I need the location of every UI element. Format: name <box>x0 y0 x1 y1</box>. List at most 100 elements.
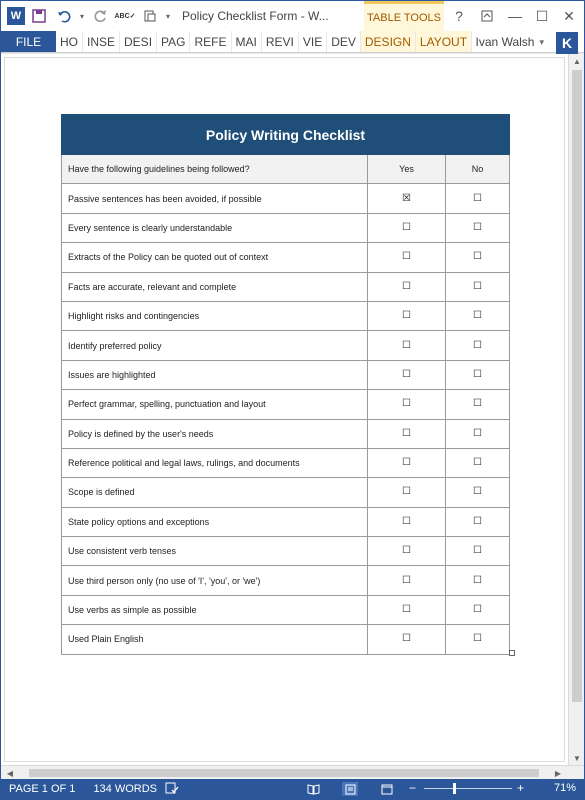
no-checkbox[interactable]: ☐ <box>473 605 482 615</box>
maximize-icon[interactable]: ☐ <box>528 1 556 31</box>
yes-checkbox[interactable]: ☐ <box>402 222 411 233</box>
row-text[interactable]: Passive sentences has been avoided, if p… <box>62 184 368 213</box>
tab-view[interactable]: VIE <box>299 31 328 52</box>
yes-checkbox[interactable]: ☐ <box>402 487 411 497</box>
checklist-table[interactable]: Policy Writing Checklist Have the follow… <box>61 114 510 655</box>
no-cell: ☐ <box>446 478 509 506</box>
ribbon-display-icon[interactable] <box>473 1 501 31</box>
no-checkbox[interactable]: ☐ <box>473 575 482 586</box>
yes-checkbox[interactable]: ☐ <box>402 605 411 615</box>
no-checkbox[interactable]: ☐ <box>473 281 482 292</box>
undo-dropdown-icon[interactable]: ▾ <box>78 5 86 27</box>
zoom-slider-thumb[interactable] <box>453 783 456 794</box>
yes-checkbox[interactable]: ☐ <box>402 281 411 292</box>
avatar[interactable]: K <box>556 32 578 54</box>
yes-checkbox[interactable]: ☐ <box>402 458 411 468</box>
scroll-right-icon[interactable]: ▶ <box>551 766 565 780</box>
user-account[interactable]: Ivan Walsh ▾ <box>476 31 544 53</box>
row-text[interactable]: Use verbs as simple as possible <box>62 595 368 625</box>
row-text[interactable]: Reference political and legal laws, ruli… <box>62 448 368 478</box>
tab-mailings[interactable]: MAI <box>232 31 262 52</box>
row-text[interactable]: Highlight risks and contingencies <box>62 301 368 331</box>
undo-icon[interactable] <box>53 5 75 27</box>
web-layout-icon[interactable] <box>379 782 395 796</box>
yes-checkbox[interactable]: ☐ <box>402 516 411 527</box>
row-text[interactable]: Used Plain English <box>62 625 368 654</box>
tab-table-layout[interactable]: LAYOUT <box>415 31 473 52</box>
yes-checkbox[interactable]: ☒ <box>402 193 411 204</box>
customize-icon[interactable] <box>139 5 161 27</box>
tab-table-design[interactable]: DESIGN <box>360 31 416 52</box>
document-area[interactable]: Policy Writing Checklist Have the follow… <box>1 54 568 765</box>
no-checkbox[interactable]: ☐ <box>473 634 482 644</box>
yes-checkbox[interactable]: ☐ <box>402 252 411 262</box>
word-logo-icon[interactable]: W <box>7 7 25 25</box>
help-icon[interactable]: ? <box>445 1 473 31</box>
row-text[interactable]: Identify preferred policy <box>62 331 368 360</box>
no-checkbox[interactable]: ☐ <box>473 252 482 262</box>
no-checkbox[interactable]: ☐ <box>473 340 482 351</box>
table-row: Used Plain English ☐ ☐ <box>61 625 510 655</box>
row-text[interactable]: Extracts of the Policy can be quoted out… <box>62 243 368 272</box>
no-checkbox[interactable]: ☐ <box>473 428 482 439</box>
page-count[interactable]: PAGE 1 OF 1 <box>9 783 75 795</box>
row-text[interactable]: State policy options and exceptions <box>62 507 368 537</box>
read-mode-icon[interactable] <box>305 782 321 796</box>
page[interactable]: Policy Writing Checklist Have the follow… <box>4 57 565 762</box>
redo-icon[interactable] <box>89 5 111 27</box>
table-resize-handle[interactable] <box>509 650 515 656</box>
zoom-in-button[interactable]: + <box>517 781 524 795</box>
zoom-slider-track[interactable] <box>424 788 512 789</box>
save-icon[interactable] <box>28 5 50 27</box>
vertical-scrollbar[interactable]: ▲ ▼ <box>568 54 584 765</box>
no-checkbox[interactable]: ☐ <box>473 516 482 527</box>
tab-developer[interactable]: DEV <box>327 31 361 52</box>
zoom-out-button[interactable]: − <box>409 781 416 795</box>
tab-home[interactable]: HO <box>56 31 83 52</box>
row-text[interactable]: Issues are highlighted <box>62 360 368 390</box>
scroll-up-icon[interactable]: ▲ <box>569 54 585 68</box>
no-checkbox[interactable]: ☐ <box>473 546 482 556</box>
yes-checkbox[interactable]: ☐ <box>402 340 411 351</box>
yes-checkbox[interactable]: ☐ <box>402 369 411 380</box>
no-checkbox[interactable]: ☐ <box>473 369 482 380</box>
yes-checkbox[interactable]: ☐ <box>402 399 411 409</box>
spelling-icon[interactable]: ABC✓ <box>114 5 136 27</box>
yes-checkbox[interactable]: ☐ <box>402 575 411 586</box>
tab-file[interactable]: FILE <box>1 31 56 52</box>
scroll-left-icon[interactable]: ◀ <box>3 766 17 780</box>
tab-page-layout[interactable]: PAG <box>157 31 191 52</box>
vertical-scroll-thumb[interactable] <box>572 70 582 702</box>
no-checkbox[interactable]: ☐ <box>473 487 482 497</box>
row-text[interactable]: Use third person only (no use of 'I', 'y… <box>62 566 368 595</box>
proofing-icon[interactable] <box>165 782 179 797</box>
scroll-down-icon[interactable]: ▼ <box>569 751 585 765</box>
tab-insert[interactable]: INSE <box>83 31 121 52</box>
zoom-level[interactable]: 71% <box>554 782 576 794</box>
no-checkbox[interactable]: ☐ <box>473 399 482 409</box>
minimize-icon[interactable]: — <box>501 1 529 31</box>
yes-checkbox[interactable]: ☐ <box>402 311 411 321</box>
row-text[interactable]: Scope is defined <box>62 478 368 507</box>
no-checkbox[interactable]: ☐ <box>473 222 482 233</box>
yes-checkbox[interactable]: ☐ <box>402 546 411 556</box>
toolbar-more-icon[interactable]: ▾ <box>164 5 172 27</box>
horizontal-scrollbar[interactable]: ◀ ▶ <box>1 765 584 779</box>
print-layout-icon[interactable] <box>342 782 358 796</box>
no-checkbox[interactable]: ☐ <box>473 311 482 321</box>
tab-review[interactable]: REVI <box>262 31 299 52</box>
yes-checkbox[interactable]: ☐ <box>402 634 411 644</box>
no-checkbox[interactable]: ☐ <box>473 458 482 468</box>
word-count[interactable]: 134 WORDS <box>93 783 157 795</box>
row-text[interactable]: Policy is defined by the user's needs <box>62 419 368 448</box>
row-text[interactable]: Use consistent verb tenses <box>62 537 368 566</box>
row-text[interactable]: Facts are accurate, relevant and complet… <box>62 272 368 301</box>
tab-references[interactable]: REFE <box>190 31 232 52</box>
row-text[interactable]: Perfect grammar, spelling, punctuation a… <box>62 390 368 419</box>
close-icon[interactable]: ✕ <box>555 1 583 31</box>
yes-checkbox[interactable]: ☐ <box>402 428 411 439</box>
row-text[interactable]: Every sentence is clearly understandable <box>62 213 368 243</box>
horizontal-scroll-thumb[interactable] <box>29 769 539 777</box>
no-checkbox[interactable]: ☐ <box>473 193 482 204</box>
tab-design[interactable]: DESI <box>120 31 158 52</box>
